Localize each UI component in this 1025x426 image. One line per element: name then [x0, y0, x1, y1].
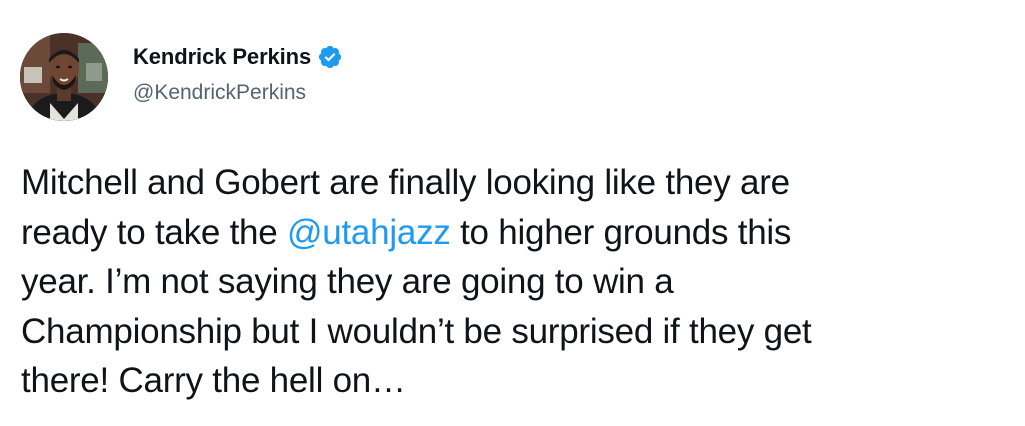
tweet-text-segment: ready to take the: [21, 212, 287, 252]
tweet-line: ready to take the @utahjazz to higher gr…: [21, 208, 1021, 258]
profile-photo: [20, 33, 108, 121]
tweet-line: there! Carry the hell on…: [21, 356, 1021, 406]
tweet-text: Mitchell and Gobert are finally looking …: [21, 158, 1021, 406]
display-name[interactable]: Kendrick Perkins: [133, 44, 311, 70]
tweet-text-segment: Mitchell and Gobert are finally looking …: [21, 163, 790, 202]
tweet-line: Championship but I wouldn’t be surprised…: [21, 307, 1021, 357]
tweet-card: Kendrick Perkins @KendrickPerkins Mitche…: [0, 0, 1025, 426]
tweet-text-segment: there! Carry the hell on…: [21, 361, 406, 400]
tweet-text-segment: to higher grounds this: [450, 212, 792, 252]
verified-badge-icon: [317, 44, 343, 70]
tweet-line: year. I’m not saying they are going to w…: [21, 257, 1021, 307]
mention-link[interactable]: @utahjazz: [287, 213, 451, 252]
author-name-row[interactable]: Kendrick Perkins: [133, 42, 343, 72]
tweet-line: Mitchell and Gobert are finally looking …: [21, 158, 1021, 208]
tweet-text-segment: year. I’m not saying they are going to w…: [21, 262, 674, 301]
avatar[interactable]: [20, 33, 108, 121]
author-handle[interactable]: @KendrickPerkins: [133, 81, 306, 105]
tweet-text-segment: Championship but I wouldn’t be surprised…: [21, 311, 812, 351]
